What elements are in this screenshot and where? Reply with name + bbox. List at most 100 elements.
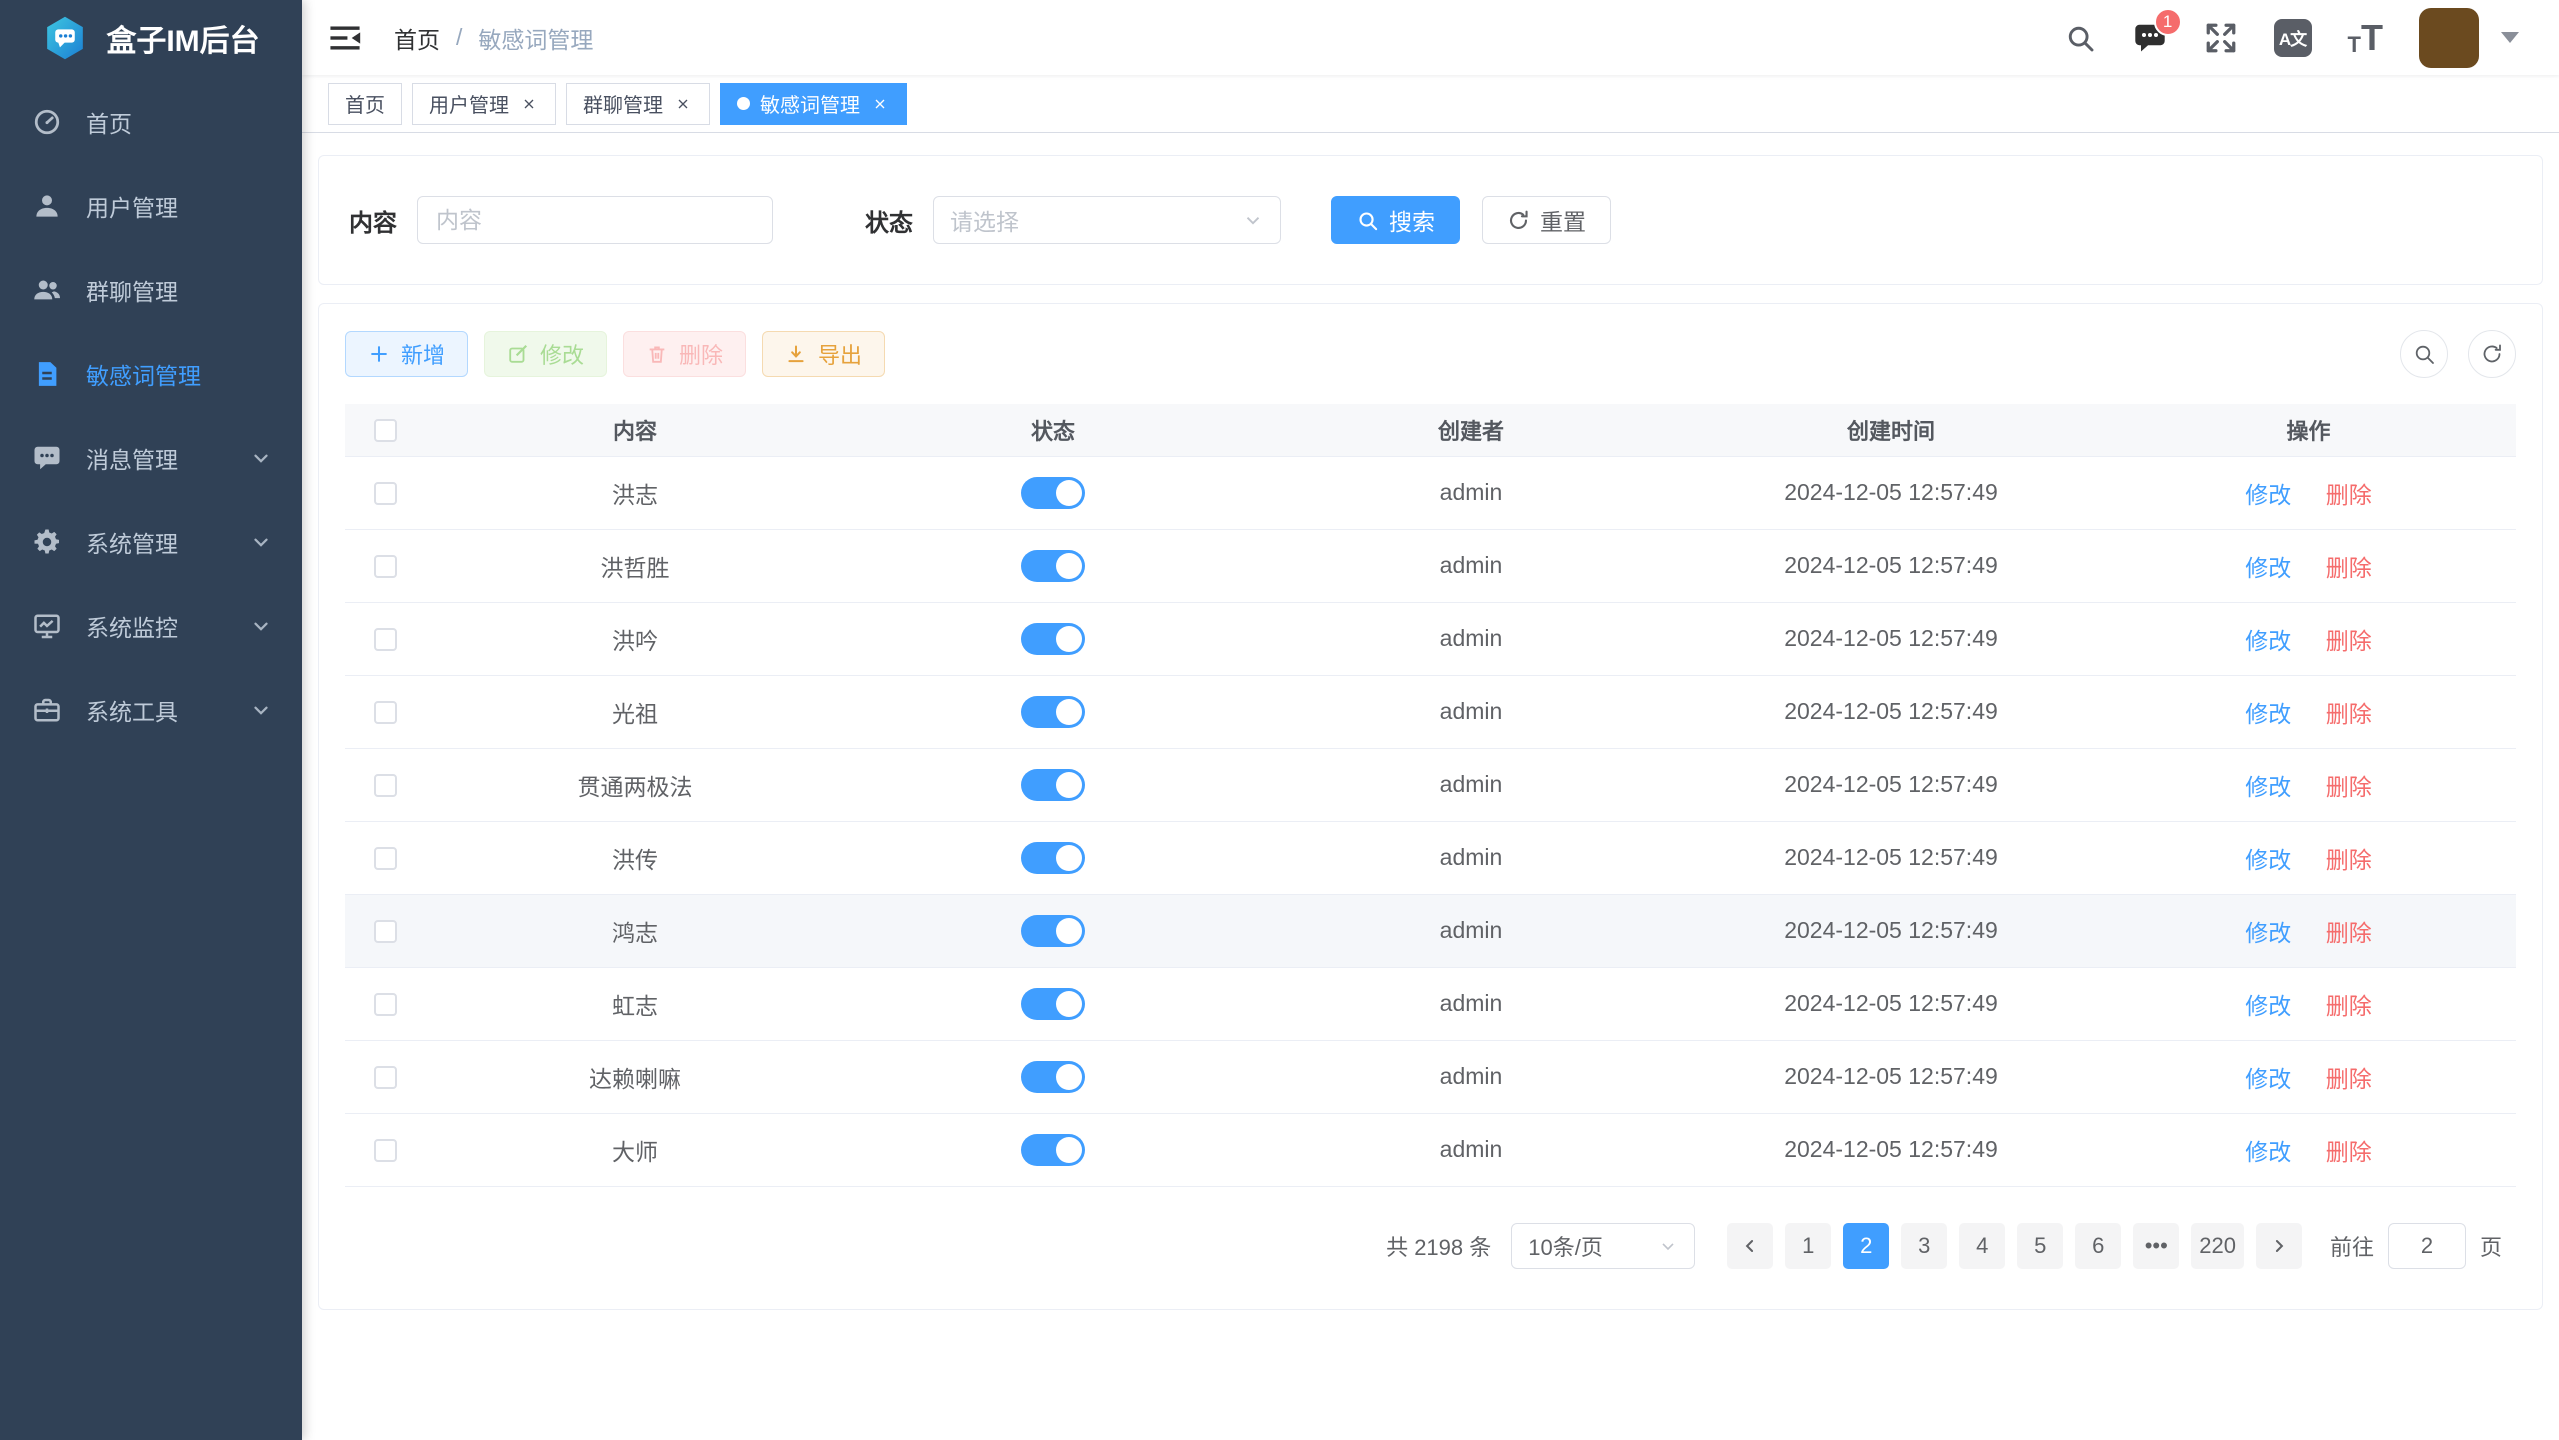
sidebar-item-system-tools[interactable]: 系统工具 (0, 668, 302, 752)
sidebar-collapse-icon[interactable] (328, 21, 362, 55)
sidebar-item-sensitive-words[interactable]: 敏感词管理 (0, 332, 302, 416)
row-checkbox[interactable] (374, 847, 397, 870)
status-toggle[interactable] (1021, 988, 1085, 1020)
table-row: 贯通两极法 admin 2024-12-05 12:57:49 修改 删除 (345, 748, 2516, 821)
edit-link[interactable]: 修改 (2245, 774, 2291, 800)
sidebar-item-groups[interactable]: 群聊管理 (0, 248, 302, 332)
prev-page-button[interactable] (1727, 1223, 1773, 1269)
page-button[interactable]: 5 (2017, 1223, 2063, 1269)
avatar[interactable] (2419, 8, 2479, 68)
breadcrumb-home[interactable]: 首页 (394, 21, 440, 55)
row-checkbox[interactable] (374, 993, 397, 1016)
edit-button[interactable]: 修改 (484, 331, 607, 377)
status-toggle[interactable] (1021, 477, 1085, 509)
delete-link[interactable]: 删除 (2326, 993, 2372, 1019)
delete-link[interactable]: 删除 (2326, 847, 2372, 873)
select-all-checkbox[interactable] (374, 419, 397, 442)
sidebar-item-system-admin[interactable]: 系统管理 (0, 500, 302, 584)
page-button[interactable]: 2 (1843, 1223, 1889, 1269)
delete-link[interactable]: 删除 (2326, 1066, 2372, 1092)
status-toggle[interactable] (1021, 915, 1085, 947)
close-icon[interactable] (673, 94, 693, 114)
content-input[interactable] (417, 196, 773, 244)
delete-link[interactable]: 删除 (2326, 1139, 2372, 1165)
refresh-table-button[interactable] (2468, 330, 2516, 378)
sidebar-item-system-monitor[interactable]: 系统监控 (0, 584, 302, 668)
cell-creator: admin (1261, 967, 1681, 1040)
add-button[interactable]: 新增 (345, 331, 468, 377)
cell-content: 洪吟 (425, 602, 845, 675)
page-button[interactable]: 1 (1785, 1223, 1831, 1269)
search-button[interactable]: 搜索 (1331, 196, 1460, 244)
row-checkbox[interactable] (374, 628, 397, 651)
page-button[interactable]: 4 (1959, 1223, 2005, 1269)
page-size-select[interactable]: 10条/页 (1511, 1223, 1695, 1269)
status-toggle[interactable] (1021, 550, 1085, 582)
edit-link[interactable]: 修改 (2245, 920, 2291, 946)
status-select[interactable]: 请选择 (933, 196, 1281, 244)
reset-button[interactable]: 重置 (1482, 196, 1611, 244)
tab-sensitive-words[interactable]: 敏感词管理 (720, 83, 907, 125)
sidebar-item-users[interactable]: 用户管理 (0, 164, 302, 248)
open-tabs-bar: 首页 用户管理 群聊管理 敏感词管理 (302, 75, 2559, 133)
edit-link[interactable]: 修改 (2245, 701, 2291, 727)
delete-link[interactable]: 删除 (2326, 555, 2372, 581)
next-page-button[interactable] (2256, 1223, 2302, 1269)
close-icon[interactable] (519, 94, 539, 114)
table-row: 洪志 admin 2024-12-05 12:57:49 修改 删除 (345, 456, 2516, 529)
row-checkbox[interactable] (374, 920, 397, 943)
app-logo[interactable]: 盒子IM后台 (0, 0, 302, 76)
page-button[interactable]: ••• (2133, 1223, 2179, 1269)
pagination: 共 2198 条 10条/页 1 (319, 1187, 2542, 1291)
delete-link[interactable]: 删除 (2326, 628, 2372, 654)
row-checkbox[interactable] (374, 701, 397, 724)
export-button[interactable]: 导出 (762, 331, 885, 377)
edit-link[interactable]: 修改 (2245, 1066, 2291, 1092)
status-toggle[interactable] (1021, 769, 1085, 801)
sidebar-item-home[interactable]: 首页 (0, 80, 302, 164)
edit-link[interactable]: 修改 (2245, 482, 2291, 508)
table-row: 鸿志 admin 2024-12-05 12:57:49 修改 删除 (345, 894, 2516, 967)
delete-link[interactable]: 删除 (2326, 482, 2372, 508)
page-button[interactable]: 220 (2191, 1223, 2244, 1269)
goto-page-input[interactable] (2388, 1223, 2466, 1269)
sidebar-item-messages[interactable]: 消息管理 (0, 416, 302, 500)
status-toggle[interactable] (1021, 696, 1085, 728)
sidebar-item-label: 消息管理 (86, 441, 178, 475)
tab-home[interactable]: 首页 (328, 83, 402, 125)
row-checkbox[interactable] (374, 774, 397, 797)
search-icon (1356, 209, 1379, 232)
page-button[interactable]: 6 (2075, 1223, 2121, 1269)
row-checkbox[interactable] (374, 1139, 397, 1162)
edit-link[interactable]: 修改 (2245, 628, 2291, 654)
status-toggle[interactable] (1021, 1134, 1085, 1166)
edit-link[interactable]: 修改 (2245, 555, 2291, 581)
language-icon[interactable]: A文 (2274, 19, 2312, 57)
table-card: 新增 修改 删除 (318, 303, 2543, 1310)
row-checkbox[interactable] (374, 482, 397, 505)
show-search-button[interactable] (2400, 330, 2448, 378)
messages-icon[interactable]: 1 (2132, 20, 2168, 56)
edit-link[interactable]: 修改 (2245, 1139, 2291, 1165)
close-icon[interactable] (870, 94, 890, 114)
delete-link[interactable]: 删除 (2326, 920, 2372, 946)
status-toggle[interactable] (1021, 1061, 1085, 1093)
font-size-icon[interactable]: TT (2348, 20, 2383, 56)
chevron-down-icon[interactable] (2501, 32, 2519, 43)
edit-link[interactable]: 修改 (2245, 993, 2291, 1019)
status-toggle[interactable] (1021, 842, 1085, 874)
status-toggle[interactable] (1021, 623, 1085, 655)
edit-link[interactable]: 修改 (2245, 847, 2291, 873)
delete-link[interactable]: 删除 (2326, 774, 2372, 800)
page-button[interactable]: 3 (1901, 1223, 1947, 1269)
app-root: 盒子IM后台 首页 用户管理 (0, 0, 2559, 1440)
tab-group-management[interactable]: 群聊管理 (566, 83, 710, 125)
tab-user-management[interactable]: 用户管理 (412, 83, 556, 125)
search-icon[interactable] (2064, 22, 2096, 54)
row-checkbox[interactable] (374, 555, 397, 578)
delete-button[interactable]: 删除 (623, 331, 746, 377)
fullscreen-icon[interactable] (2204, 21, 2238, 55)
table-header-row: 内容 状态 创建者 创建时间 操作 (345, 404, 2516, 456)
row-checkbox[interactable] (374, 1066, 397, 1089)
delete-link[interactable]: 删除 (2326, 701, 2372, 727)
